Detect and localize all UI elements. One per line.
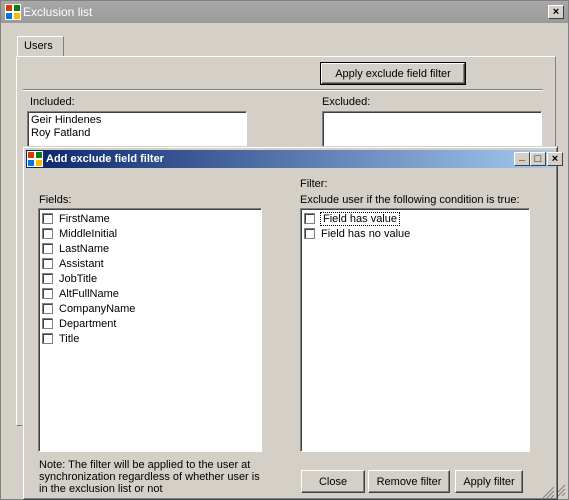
fields-checklist[interactable]: FirstName MiddleInitial LastName Assistant J…	[38, 208, 262, 452]
condition-checklist-item[interactable]: Field has value	[301, 211, 529, 226]
outer-title-bar[interactable]: Exclusion list ×	[1, 1, 568, 23]
checkbox-label: Field has no value	[321, 227, 411, 240]
maximize-icon: □	[534, 152, 542, 165]
checkbox-label: JobTitle	[59, 272, 98, 285]
checkbox[interactable]	[42, 273, 53, 284]
checkbox[interactable]	[304, 228, 315, 239]
tab-users-label: Users	[24, 40, 53, 52]
checkbox[interactable]	[42, 318, 53, 329]
add-exclude-field-filter-dialog: Add exclude field filter _ □ × Filter: F…	[22, 146, 563, 500]
sync-note: Note: The filter will be applied to the …	[39, 459, 260, 495]
condition-checklist-item[interactable]: Field has no value	[301, 226, 529, 241]
field-checklist-item[interactable]: AltFullName	[39, 286, 261, 301]
field-checklist-item[interactable]: Assistant	[39, 256, 261, 271]
checkbox[interactable]	[42, 303, 53, 314]
checkbox[interactable]	[42, 258, 53, 269]
remove-filter-label: Remove filter	[376, 475, 442, 488]
group-separator-highlight	[23, 90, 543, 91]
apply-exclude-field-filter-label: Apply exclude field filter	[335, 67, 451, 80]
close-icon: ×	[551, 152, 559, 165]
app-icon	[5, 4, 21, 20]
close-button[interactable]: Close	[301, 470, 365, 493]
minimize-icon: _	[518, 149, 526, 162]
field-checklist-item[interactable]: Department	[39, 316, 261, 331]
condition-label: Exclude user if the following condition …	[300, 194, 520, 206]
checkbox-label: Department	[59, 317, 117, 330]
close-icon: ×	[552, 5, 560, 18]
list-item[interactable]: Geir Hindenes	[28, 114, 246, 127]
checkbox-label: CompanyName	[59, 302, 136, 315]
checkbox-label: Title	[59, 332, 80, 345]
apply-filter-label: Apply filter	[463, 475, 515, 488]
checkbox[interactable]	[42, 213, 53, 224]
excluded-list[interactable]	[322, 111, 542, 151]
apply-exclude-field-filter-button[interactable]: Apply exclude field filter	[320, 62, 466, 85]
field-checklist-item[interactable]: Title	[39, 331, 261, 346]
excluded-label: Excluded:	[322, 96, 371, 108]
condition-checklist[interactable]: Field has value Field has no value	[300, 208, 530, 452]
outer-close-button[interactable]: ×	[548, 5, 564, 19]
outer-window-title: Exclusion list	[23, 5, 93, 19]
checkbox[interactable]	[42, 228, 53, 239]
checkbox-label: MiddleInitial	[59, 227, 118, 240]
field-checklist-item[interactable]: FirstName	[39, 211, 261, 226]
list-item[interactable]: Roy Fatland	[28, 127, 246, 140]
checkbox[interactable]	[42, 243, 53, 254]
field-checklist-item[interactable]: LastName	[39, 241, 261, 256]
checkbox-label: FirstName	[59, 212, 110, 225]
dialog-resize-grip-icon[interactable]	[541, 485, 555, 499]
checkbox[interactable]	[304, 213, 315, 224]
checkbox-label: AltFullName	[59, 287, 119, 300]
checkbox-label: Assistant	[59, 257, 104, 270]
dialog-minimize-button[interactable]: _	[514, 149, 530, 166]
apply-filter-button[interactable]: Apply filter	[455, 470, 523, 493]
filter-label: Filter:	[300, 178, 328, 190]
field-checklist-item[interactable]: MiddleInitial	[39, 226, 261, 241]
tab-users[interactable]: Users	[17, 36, 64, 56]
field-checklist-item[interactable]: JobTitle	[39, 271, 261, 286]
dialog-maximize-button[interactable]: □	[530, 152, 546, 166]
field-checklist-item[interactable]: CompanyName	[39, 301, 261, 316]
checkbox[interactable]	[42, 333, 53, 344]
included-label: Included:	[30, 96, 75, 108]
dialog-title: Add exclude field filter	[46, 153, 164, 165]
checkbox-label: Field has value	[320, 211, 400, 226]
included-list[interactable]: Geir Hindenes Roy Fatland	[27, 111, 247, 151]
dialog-app-icon	[27, 151, 43, 167]
checkbox-label: LastName	[59, 242, 110, 255]
remove-filter-button[interactable]: Remove filter	[368, 470, 450, 493]
checkbox[interactable]	[42, 288, 53, 299]
close-button-label: Close	[318, 475, 348, 488]
fields-label: Fields:	[39, 194, 72, 206]
dialog-title-bar[interactable]: Add exclude field filter _ □ ×	[26, 149, 563, 168]
dialog-close-button[interactable]: ×	[547, 152, 563, 166]
